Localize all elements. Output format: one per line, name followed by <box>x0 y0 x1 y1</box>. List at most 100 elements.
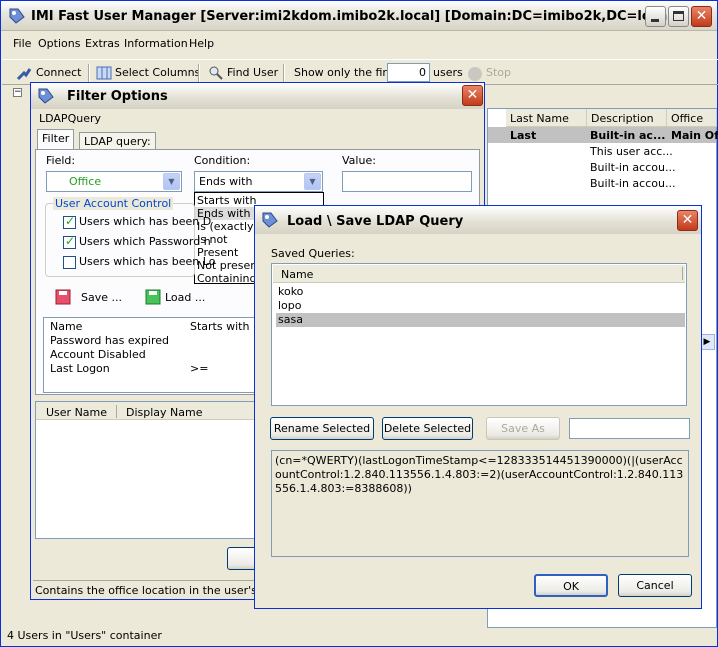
result-header-displayname[interactable]: Display Name <box>126 406 203 419</box>
load-save-close-button[interactable]: ✕ <box>677 210 698 231</box>
value-label: Value: <box>342 154 376 167</box>
delete-selected-button[interactable]: Delete Selected <box>382 417 473 440</box>
result-header-username[interactable]: User Name <box>46 406 107 419</box>
connect-icon <box>16 68 32 81</box>
toolbar-separator <box>88 64 90 82</box>
table-cell: Built-in ac... <box>590 129 666 142</box>
maximize-button[interactable] <box>668 6 689 27</box>
condition-label: Condition: <box>194 154 251 167</box>
app-title: IMI Fast User Manager [Server:imi2kdom.i… <box>31 9 678 24</box>
save-as-name-input[interactable] <box>569 418 690 439</box>
user-count-input[interactable]: 0 <box>387 63 430 82</box>
minimize-icon <box>651 19 659 22</box>
list-item[interactable]: lopo <box>278 299 302 312</box>
uac-group-title: User Account Control <box>53 197 174 210</box>
uac-check-label-3: Users which has been Lo <box>79 255 216 268</box>
menu-bar: File Options Extras Information Help <box>2 32 718 54</box>
load-save-title-bar[interactable]: Load \ Save LDAP Query ✕ <box>255 206 701 234</box>
filter-ok-button[interactable] <box>227 547 257 570</box>
result-list: User Name Display Name <box>35 401 261 539</box>
condition-selected-value: Ends with <box>199 175 253 188</box>
header-divider <box>116 405 117 418</box>
filter-title: Filter Options <box>67 89 168 104</box>
menu-information[interactable]: Information <box>124 37 188 50</box>
list-item-condition: >= <box>190 362 209 375</box>
chevron-down-icon: ▼ <box>304 173 321 190</box>
find-icon <box>209 66 223 80</box>
filter-title-bar[interactable]: Filter Options ✕ <box>31 83 484 109</box>
table-cell: Last <box>510 129 537 142</box>
load-icon <box>145 289 161 305</box>
list-item[interactable]: Password has expired <box>50 334 169 347</box>
checkmark-icon: ✓ <box>65 234 76 248</box>
uac-checkbox-1[interactable]: ✓ <box>63 214 76 229</box>
save-icon <box>55 289 71 305</box>
save-as-button[interactable]: Save As <box>486 417 560 440</box>
tree-collapse-icon[interactable]: − <box>13 88 22 97</box>
ldap-query-text: (cn=*QWERTY)(lastLogonTimeStamp<=1283335… <box>271 450 689 557</box>
uac-check-label-1: Users which has been D <box>79 215 212 228</box>
table-cell: Built-in accou... <box>590 177 676 190</box>
dropdown-option[interactable]: Containing <box>197 272 256 285</box>
columns-icon <box>96 66 112 80</box>
saved-queries-label: Saved Queries: <box>271 247 355 260</box>
saved-queries-column-name[interactable]: Name <box>281 268 313 281</box>
saved-queries-list: Name koko lopo sasa <box>271 263 687 406</box>
saved-queries-header <box>273 265 685 283</box>
filter-logo-icon <box>38 88 54 104</box>
checkmark-icon: ✓ <box>65 214 76 228</box>
title-bar[interactable]: IMI Fast User Manager [Server:imi2kdom.i… <box>1 1 717 31</box>
select-columns-button[interactable]: Select Columns <box>115 66 200 79</box>
column-header-office[interactable]: Office <box>667 109 717 127</box>
load-save-title: Load \ Save LDAP Query <box>287 214 464 229</box>
close-icon: ✕ <box>466 87 479 103</box>
load-save-dialog: Load \ Save LDAP Query ✕ Saved Queries: … <box>254 205 702 609</box>
rename-selected-button[interactable]: Rename Selected <box>270 417 374 440</box>
menu-extras[interactable]: Extras <box>85 37 120 50</box>
users-label: users <box>433 66 463 79</box>
app-logo-icon <box>9 8 25 24</box>
ldap-query-panel-label: LDAPQuery <box>39 112 101 125</box>
connect-button[interactable]: Connect <box>36 66 81 79</box>
list-item[interactable]: Last Logon <box>50 362 110 375</box>
load-button[interactable]: Load ... <box>165 291 205 304</box>
field-label: Field: <box>46 154 76 167</box>
uac-checkbox-2[interactable]: ✓ <box>63 234 76 249</box>
uac-checkbox-3[interactable] <box>63 256 76 269</box>
criteria-list: Name Starts with Password has expired Ac… <box>43 317 256 393</box>
list-item-selected[interactable]: sasa <box>278 313 303 326</box>
filter-close-button[interactable]: ✕ <box>462 85 483 106</box>
menu-file[interactable]: File <box>13 37 31 50</box>
show-first-label: Show only the first <box>294 66 397 79</box>
load-save-logo-icon <box>262 212 278 228</box>
value-input[interactable] <box>342 171 472 192</box>
criteria-header-name[interactable]: Name <box>50 320 82 333</box>
header-divider <box>682 267 683 280</box>
ok-button[interactable]: OK <box>534 574 608 597</box>
close-icon: ✕ <box>695 8 708 24</box>
column-header-last-name[interactable]: Last Name <box>506 109 587 127</box>
cancel-button[interactable]: Cancel <box>618 574 692 597</box>
menu-options[interactable]: Options <box>38 37 80 50</box>
field-select[interactable]: Office ▼ <box>46 171 182 192</box>
criteria-header-condition[interactable]: Starts with <box>190 320 249 333</box>
stop-button[interactable]: Stop <box>486 66 511 79</box>
dropdown-option[interactable]: Starts with <box>197 194 256 207</box>
list-item[interactable]: koko <box>278 285 303 298</box>
save-button[interactable]: Save ... <box>81 291 122 304</box>
column-header-description[interactable]: Description <box>587 109 667 127</box>
field-hint: Contains the office location in the user… <box>35 584 284 597</box>
chevron-down-icon: ▼ <box>163 173 180 190</box>
menu-help[interactable]: Help <box>189 37 214 50</box>
tab-ldap-query[interactable]: LDAP query: <box>79 132 156 150</box>
toolbar-separator <box>198 64 200 82</box>
stop-icon <box>468 67 482 81</box>
find-user-button[interactable]: Find User <box>227 66 278 79</box>
tab-filter[interactable]: Filter <box>37 129 75 149</box>
close-button[interactable]: ✕ <box>691 6 712 27</box>
selected-row-highlight <box>276 313 685 327</box>
field-selected-value: Office <box>69 175 102 188</box>
list-item[interactable]: Account Disabled <box>50 348 146 361</box>
minimize-button[interactable] <box>645 6 666 27</box>
condition-select[interactable]: Ends with ▼ <box>194 171 323 192</box>
